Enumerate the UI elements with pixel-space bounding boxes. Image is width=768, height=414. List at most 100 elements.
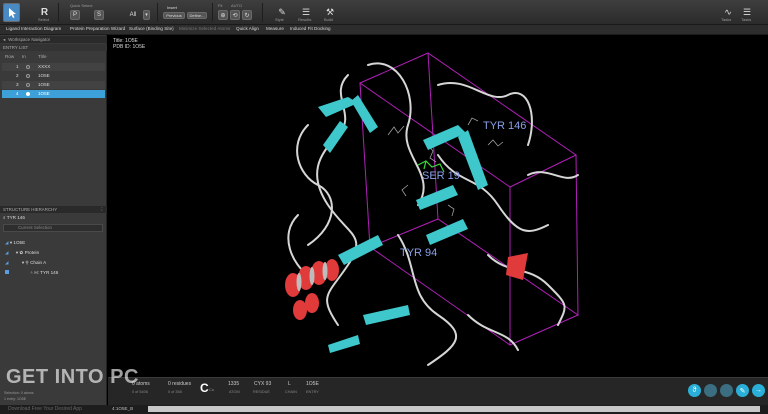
task-ligand-interaction[interactable]: Ligand Interaction Diagram (6, 26, 61, 31)
tasks-label-1: Tasks (721, 17, 732, 22)
expand-icon[interactable]: ▾ (16, 250, 18, 255)
style-quick-button[interactable]: ϑ (688, 384, 701, 397)
current-residue: TYR 146 (6, 215, 25, 220)
tree-label: Protein (24, 250, 40, 255)
search-icon: ⌕ (3, 215, 6, 220)
toggle-button-2[interactable] (720, 384, 733, 397)
navigator-title: Workspace Navigator (8, 37, 51, 42)
chain-label: CHAIN (285, 390, 297, 394)
entry-row-selected[interactable]: 4 1O5E (2, 90, 105, 98)
next-button[interactable]: → (752, 384, 765, 397)
select-arrow-button[interactable] (3, 3, 20, 22)
residue-label-ser19: SER 19 (422, 170, 460, 182)
more-options-icon[interactable]: ⋮ (100, 206, 104, 213)
inclusion-dot-icon[interactable] (26, 92, 30, 96)
pick-all-button[interactable]: All (127, 10, 139, 20)
expand-icon[interactable]: ▾ (22, 260, 24, 265)
atom-number: 1335 (228, 381, 240, 387)
main-toolbar: R Select Quick Select P S All ▾ Insert P… (0, 0, 768, 25)
build-label: Build (324, 17, 333, 22)
entry-columns: Row In Title (2, 53, 105, 61)
entry-row-num: 3 (16, 82, 19, 87)
residues-of: 0 of 358 (168, 390, 182, 394)
arrow-right-icon: → (755, 387, 762, 394)
task-measure[interactable]: Measure (266, 26, 284, 31)
fit-icon: ⊕ (220, 12, 226, 19)
task-quick-align[interactable]: Quick Align (236, 26, 259, 31)
previous-button[interactable]: Previous (163, 12, 185, 19)
inclusion-circle-icon[interactable] (26, 83, 30, 87)
residue-icon: ᛃ (30, 270, 34, 275)
grid-box (358, 52, 580, 346)
results-label: Results (298, 17, 312, 22)
selection-info-2: 1 entry: 1O5E (4, 397, 27, 401)
entry-row-num: 2 (16, 73, 19, 78)
current-selection-field[interactable]: Current Selection (3, 224, 103, 232)
expand-icon[interactable]: ▾ (10, 240, 12, 245)
task-minimize[interactable]: Minimize Selected Atoms (179, 26, 230, 31)
pick-s-button[interactable]: S (94, 10, 104, 20)
residues-count: 0 residues (168, 381, 192, 387)
residue-label: RESIDUE (253, 390, 270, 394)
entry-list-header: ENTRY LIST (0, 44, 107, 51)
inclusion-circle-icon[interactable] (26, 65, 30, 69)
task-protein-prep[interactable]: Protein Preparation Wizard (70, 26, 125, 31)
entry-row-num: 1 (16, 64, 19, 69)
pick-p-button[interactable]: P (70, 10, 80, 20)
col-title[interactable]: Title (38, 53, 47, 61)
pencil-icon: ✎ (739, 387, 746, 395)
entry-name: 1O5E (306, 381, 319, 387)
selection-info: Selection: 0 atoms (4, 391, 34, 395)
col-in[interactable]: In (22, 53, 26, 61)
workspace-3d-viewer[interactable]: Title: 1O5E PDB ID: 1O5E TYR 146 SER 19 … (108, 35, 768, 377)
residue-label-tyr146: TYR 146 (483, 120, 526, 132)
left-panel: ◂ Workspace Navigator ENTRY LIST Row In T… (0, 35, 107, 405)
checkbox-icon[interactable] (5, 270, 9, 274)
favorites-bar: Ligand Interaction Diagram Protein Prepa… (0, 25, 768, 35)
entry-title: 1O5E (38, 82, 50, 87)
pencil-icon: ◢ (5, 250, 9, 255)
auto-label[interactable]: AUTO (231, 3, 242, 8)
entry-row[interactable]: 3 1O5E (2, 81, 105, 89)
entry-title: 1O5E (38, 91, 50, 96)
inclusion-circle-icon[interactable] (26, 74, 30, 78)
tree-item-entry[interactable]: ◢ ▾ 1O5E (5, 240, 25, 246)
tree-item-residue[interactable]: ᛃ H: TYR 146 (5, 270, 58, 275)
edit-quick-button[interactable]: ✎ (736, 384, 749, 397)
rotate-button[interactable]: ↻ (242, 10, 252, 20)
pick-dropdown[interactable]: ▾ (143, 10, 150, 20)
workspace-navigator-header: ◂ Workspace Navigator (0, 36, 107, 43)
element-symbol: C (200, 381, 209, 395)
status-bar: 0 atoms 0 of 5406 0 residues 0 of 358 C … (108, 377, 768, 405)
tree-item-chain[interactable]: ◢ ▾ ⚲ Chain A (5, 260, 46, 266)
residue-label-tyr94: TYR 94 (400, 247, 437, 259)
col-row[interactable]: Row (5, 53, 14, 61)
tree-label: H: TYR 146 (34, 270, 59, 275)
protein-structure-render: TYR 146 SER 19 TYR 94 (285, 52, 580, 366)
fit-view-button[interactable]: ⊕ (218, 10, 228, 20)
toggle-button-1[interactable] (704, 384, 717, 397)
reset-icon: ⟲ (232, 12, 238, 19)
atoms-of: 0 of 5406 (132, 390, 148, 394)
task-induced-fit[interactable]: Induced Fit Docking (290, 26, 331, 31)
insert-label[interactable]: Insert (167, 5, 177, 10)
cursor-arrow-icon (8, 7, 16, 18)
command-input[interactable] (148, 406, 760, 412)
chain-name: L (288, 381, 291, 387)
tree-item-protein[interactable]: ◢ ▾ ✿ Protein (5, 250, 39, 256)
reset-view-button[interactable]: ⟲ (230, 10, 240, 20)
panel-toggle-icon[interactable]: ◂ (3, 37, 5, 42)
task-surface[interactable]: Surface (Binding Site) (129, 26, 174, 31)
protein-icon: ✿ (19, 250, 24, 255)
tree-label: Chain A (30, 260, 47, 265)
pencil-icon: ◢ (5, 260, 9, 265)
select-sub-label: Select (38, 17, 50, 22)
element-sub: Ca (209, 388, 214, 392)
chain-icon: ⚲ (25, 260, 29, 265)
entry-title: XXXX (38, 64, 51, 69)
entry-row[interactable]: 1 XXXX (2, 63, 105, 71)
entry-row[interactable]: 2 1O5E (2, 72, 105, 80)
fit-label: Fit (218, 3, 223, 8)
entry-label: ENTRY (306, 390, 319, 394)
define-button[interactable]: Define... (187, 12, 207, 19)
